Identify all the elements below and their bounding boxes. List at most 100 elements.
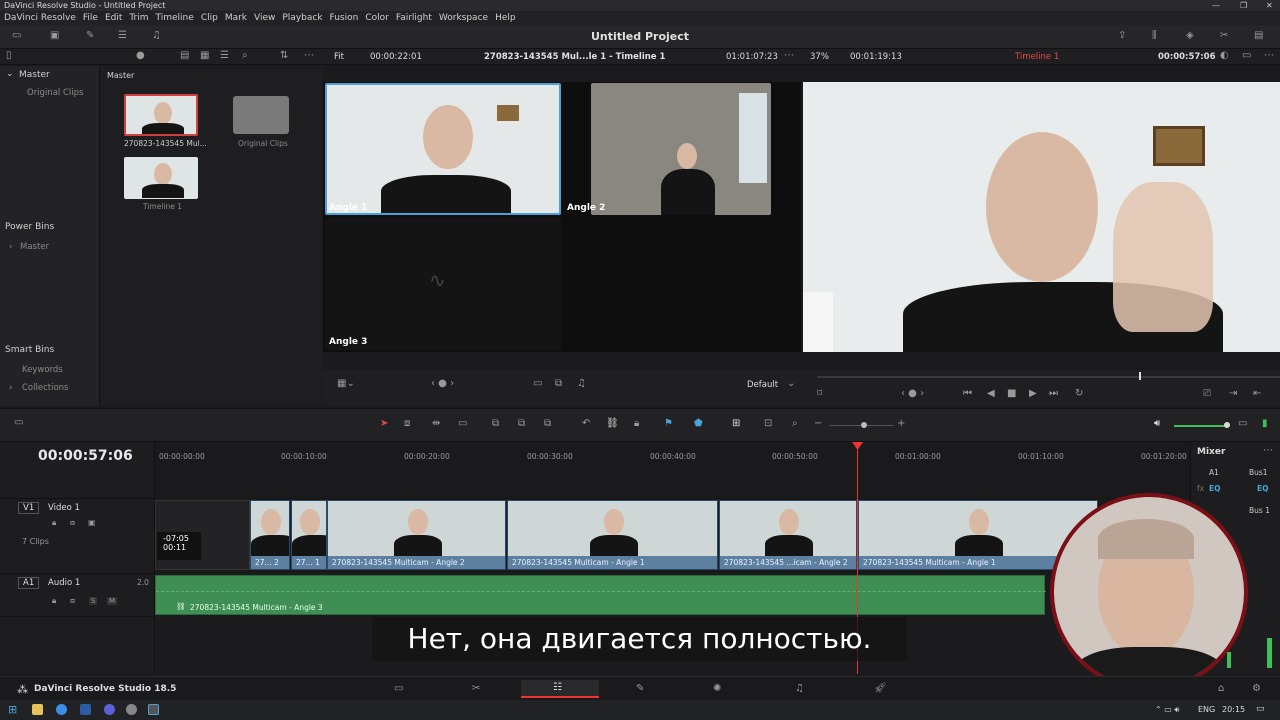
power-master-bin[interactable]: Master [20, 242, 49, 252]
overwrite-clip-icon[interactable]: ⧉ [518, 418, 525, 429]
zoom-out-icon[interactable]: − [814, 418, 822, 429]
video-clip[interactable]: 270823-143545 ...icam - Angle 2 [719, 500, 857, 570]
jump-start-icon[interactable]: ⏮ [963, 388, 972, 399]
insert-clip-icon[interactable]: ⧉ [492, 418, 499, 429]
timeline-ruler[interactable]: 00:00:00:00 00:00:10:00 00:00:20:00 00:00:3… [155, 442, 1190, 498]
zoom-custom-icon[interactable]: ⌕ [792, 418, 798, 429]
home-icon[interactable]: ⌂ [1218, 683, 1224, 694]
loop-icon[interactable]: ↻ [1075, 388, 1083, 399]
sort-icon[interactable]: ⇅ [280, 50, 288, 61]
edit-index-icon[interactable]: ✎ [86, 30, 94, 41]
original-clips-bin[interactable]: Original Clips [27, 88, 83, 98]
zoom-full-icon[interactable]: ⊞ [732, 418, 740, 429]
match-frame-icon[interactable]: ⎚ [1203, 388, 1211, 399]
obs-icon[interactable] [126, 704, 137, 715]
menu-item[interactable]: Color [365, 11, 389, 25]
menu-item[interactable]: Timeline [156, 11, 194, 25]
dynamic-trim-icon[interactable]: ⇹ [432, 418, 440, 429]
timeline-view-options-icon[interactable]: ▭ [14, 417, 23, 428]
default-dropdown[interactable]: Default [747, 380, 778, 390]
zoom-slider-handle[interactable] [861, 422, 867, 428]
angle-3-view[interactable]: ∿ [325, 218, 561, 350]
selection-tool-icon[interactable]: ➤ [380, 418, 388, 429]
grid-view-icon[interactable]: ▦ [200, 50, 209, 61]
trim-tool-icon[interactable]: ⧈ [404, 418, 410, 429]
scrubber-handle[interactable] [1139, 372, 1141, 380]
viewer-more-icon[interactable]: ⋯ [1264, 50, 1274, 61]
fusion-page-icon[interactable]: ✎ [636, 683, 644, 694]
play-reverse-icon[interactable]: ◀ [987, 388, 995, 399]
v1-track-name[interactable]: Video 1 [48, 503, 80, 513]
volume-icon[interactable]: 🔊︎ [1154, 418, 1160, 429]
browser-icon[interactable] [56, 704, 67, 715]
notifications-icon[interactable]: ▭ [1256, 704, 1265, 714]
media-page-icon[interactable]: ▭ [394, 683, 403, 694]
mixer-icon[interactable]: ⫼ [1152, 30, 1157, 41]
a1-solo-icon[interactable]: S [89, 597, 98, 605]
language-indicator[interactable]: ENG [1198, 705, 1215, 714]
system-tray-icons[interactable]: ⌃ ▭ 🔊︎ [1155, 705, 1179, 715]
zoom-in-icon[interactable]: + [897, 418, 905, 429]
yandex-icon[interactable] [104, 704, 115, 715]
cut-page-icon[interactable]: ✂ [472, 683, 480, 694]
menu-item[interactable]: DaVinci Resolve [4, 11, 76, 25]
audio-switch-icon[interactable]: ♫ [577, 378, 586, 389]
angle-1-view[interactable] [325, 83, 561, 215]
timeline-thumbnail[interactable] [124, 157, 198, 199]
play-icon[interactable]: ▶ [1029, 388, 1037, 399]
collections-bin[interactable]: Collections [22, 383, 68, 393]
fit-dropdown[interactable]: Fit [334, 52, 344, 62]
word-icon[interactable] [80, 704, 91, 715]
a1-lock-icon[interactable]: 🔒︎ [52, 596, 56, 606]
v1-lock-icon[interactable]: 🔒︎ [52, 518, 56, 528]
video-clip[interactable]: 270823-143545 Multicam - Angle 1 [507, 500, 718, 570]
replace-clip-icon[interactable]: ⧉ [544, 418, 551, 429]
volume-slider[interactable] [1174, 425, 1228, 427]
menu-item[interactable]: Mark [225, 11, 247, 25]
video-clip[interactable]: 27... 1 [291, 500, 327, 570]
file-explorer-icon[interactable] [32, 704, 43, 715]
collections-chevron[interactable]: › [9, 383, 12, 393]
resolve-taskbar-icon[interactable] [148, 704, 159, 715]
v1-visibility-icon[interactable]: ▣ [88, 518, 96, 527]
search-icon[interactable]: ⌕ [242, 50, 248, 61]
list-icon[interactable]: ☰ [118, 30, 127, 41]
menu-item[interactable]: File [83, 11, 98, 25]
color-page-icon[interactable]: ✺ [713, 683, 721, 694]
deliver-page-icon[interactable]: 🚀︎ [874, 683, 887, 694]
metadata-icon[interactable]: ◈ [1186, 30, 1194, 41]
viewer-mode-icon[interactable]: ▭ [1242, 50, 1251, 61]
clock[interactable]: 20:15 [1222, 705, 1245, 714]
master-bin-chevron[interactable]: ⌄ [6, 69, 14, 79]
flag-icon[interactable]: ⚑ [664, 418, 673, 429]
linked-selection-icon[interactable]: ⛓ [606, 418, 619, 429]
v1-track-lane[interactable]: -07:05 00:11 27... 2 27... 1 270823-143545… [155, 498, 1190, 573]
master-bin-label[interactable]: Master [19, 70, 50, 80]
edit-page-tab[interactable]: ☷ [521, 680, 599, 698]
menu-item[interactable]: Clip [201, 11, 218, 25]
timeline-timecode[interactable]: 00:00:57:06 [38, 448, 133, 464]
color-picker-icon[interactable]: ◐ [1220, 50, 1229, 61]
video-switch-icon[interactable]: ⧉ [555, 378, 562, 389]
snapping-icon[interactable]: ↶ [582, 418, 590, 429]
fairlight-page-icon[interactable]: ♫ [795, 683, 804, 694]
maximize-icon[interactable]: ❐ [1240, 0, 1247, 11]
list-view-icon[interactable]: ▤ [180, 50, 189, 61]
angle-nav-icon[interactable]: ‹ ● › [431, 378, 454, 389]
source-more-icon[interactable]: ⋯ [784, 50, 794, 61]
media-pool-icon[interactable]: ▭ [12, 30, 21, 41]
video-clip[interactable]: 270823-143545 Multicam - Angle 2 [327, 500, 506, 570]
v1-track-label[interactable]: V1 [18, 502, 40, 514]
multicam-layout-icon[interactable]: ▦⌄ [337, 378, 355, 389]
v1-auto-select-icon[interactable]: ⧈ [70, 518, 75, 528]
zoom-detail-icon[interactable]: ⊡ [764, 418, 772, 429]
power-master-chevron[interactable]: › [9, 242, 12, 252]
effects-icon[interactable]: ▣ [50, 30, 59, 41]
menu-item[interactable]: Trim [129, 11, 148, 25]
edit-page-icon[interactable]: ☷ [553, 682, 562, 693]
panel-layout-icon[interactable]: ▯ [6, 50, 12, 61]
menu-item[interactable]: Workspace [439, 11, 488, 25]
default-chevron-icon[interactable]: ⌄ [787, 378, 795, 389]
zoom-slider-icon[interactable]: ● [136, 50, 145, 61]
inspector-icon[interactable]: ✂ [1220, 30, 1228, 41]
